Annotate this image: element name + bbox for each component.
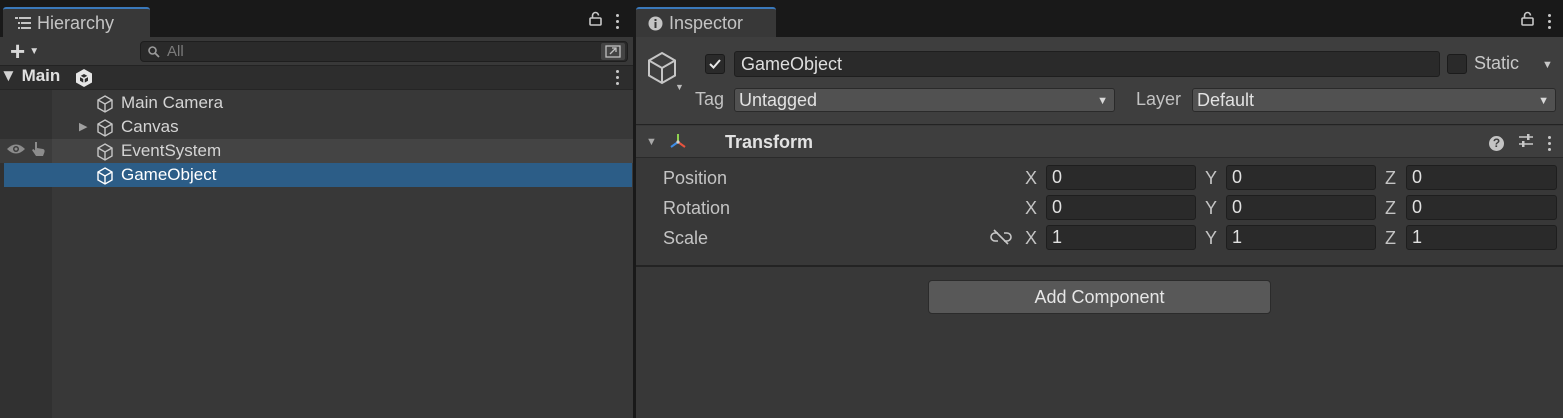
layer-value: Default [1197, 89, 1255, 110]
hierarchy-tabbar: Hierarchy [0, 0, 633, 37]
item-label: GameObject [121, 165, 217, 184]
checkmark-icon [709, 59, 721, 69]
axis-x-label[interactable]: X [1025, 168, 1037, 189]
chevron-down-icon[interactable]: ▼ [675, 82, 684, 92]
hierarchy-toolbar: + ▼ [0, 37, 633, 66]
position-label: Position [663, 168, 728, 188]
inspector-panel: Inspector ▼ GameObject Static ▼ Tag Unta… [636, 0, 1563, 418]
transform-row-position: Position X 0 Y 0 Z 0 [636, 163, 1563, 193]
component-separator [636, 265, 1563, 267]
pickable-hand-icon[interactable] [30, 140, 48, 163]
foldout-expanded-icon[interactable]: ▼ [0, 66, 17, 85]
rotation-z-field[interactable]: 0 [1406, 195, 1557, 220]
chevron-down-icon: ▼ [1538, 95, 1549, 107]
inspector-tabbar: Inspector [636, 0, 1563, 37]
search-box [140, 41, 628, 62]
hierarchy-item-eventsystem[interactable]: EventSystem [0, 139, 633, 163]
axis-y-label[interactable]: Y [1205, 168, 1217, 189]
axis-z-label[interactable]: Z [1385, 228, 1396, 249]
gameobject-name-field[interactable]: GameObject [734, 51, 1440, 77]
hierarchy-panel: Hierarchy + ▼ All ▼ Main Main Camera ▶ C… [0, 0, 633, 418]
tab-inspector[interactable]: Inspector [636, 7, 776, 37]
tab-hierarchy[interactable]: Hierarchy [3, 7, 150, 37]
search-icon [147, 44, 161, 64]
tab-inspector-label: Inspector [669, 12, 744, 33]
foldout-collapsed-icon[interactable]: ▶ [79, 120, 87, 133]
tag-value: Untagged [739, 89, 818, 110]
scene-search-icon [605, 45, 621, 58]
tag-label: Tag [695, 89, 725, 109]
static-label: Static [1474, 53, 1520, 73]
layer-dropdown[interactable]: Default ▼ [1192, 88, 1556, 112]
plus-icon: + [10, 36, 26, 66]
rotation-x-field[interactable]: 0 [1046, 195, 1196, 220]
scale-z-field[interactable]: 1 [1406, 225, 1557, 250]
search-options-button[interactable] [601, 43, 625, 60]
hierarchy-list-icon [15, 16, 31, 30]
position-x-field[interactable]: 0 [1046, 165, 1196, 190]
scale-x-field[interactable]: 1 [1046, 225, 1196, 250]
foldout-expanded-icon[interactable]: ▼ [646, 136, 657, 148]
static-dropdown-chevron-icon[interactable]: ▼ [1542, 59, 1553, 71]
axis-y-label[interactable]: Y [1205, 198, 1217, 219]
scene-menu-kebab-icon[interactable] [616, 70, 619, 85]
hierarchy-tree: ▼ Main Main Camera ▶ Canvas EventSystem … [0, 66, 633, 418]
position-z-field[interactable]: 0 [1406, 165, 1557, 190]
item-label: Main Camera [121, 93, 224, 112]
scale-y-field[interactable]: 1 [1226, 225, 1376, 250]
unity-scene-icon [74, 68, 94, 93]
help-icon[interactable]: ? [1489, 135, 1504, 151]
rotation-y-field[interactable]: 0 [1226, 195, 1376, 220]
active-checkbox[interactable] [705, 54, 725, 74]
gameobject-header: ▼ GameObject Static ▼ Tag Untagged ▼ Lay… [636, 37, 1563, 125]
component-menu-kebab-icon[interactable] [1548, 135, 1551, 151]
axis-x-label[interactable]: X [1025, 198, 1037, 219]
gameobject-cube-icon [95, 166, 115, 191]
constrain-proportions-unlinked-icon[interactable] [990, 229, 1012, 250]
scene-name: Main [21, 66, 61, 85]
static-checkbox[interactable] [1447, 54, 1467, 74]
component-title: Transform [725, 132, 814, 152]
axis-x-label[interactable]: X [1025, 228, 1037, 249]
add-component-button[interactable]: Add Component [928, 280, 1271, 314]
rotation-label: Rotation [663, 198, 731, 218]
transform-row-rotation: Rotation X 0 Y 0 Z 0 [636, 193, 1563, 223]
axis-y-label[interactable]: Y [1205, 228, 1217, 249]
tag-dropdown[interactable]: Untagged ▼ [734, 88, 1115, 112]
scale-label: Scale [663, 228, 709, 248]
item-label: EventSystem [121, 141, 222, 160]
info-icon [648, 16, 663, 31]
tab-hierarchy-label: Hierarchy [37, 12, 115, 33]
lock-icon[interactable] [1521, 11, 1534, 31]
row-gutter [0, 139, 52, 163]
eye-visibility-icon[interactable] [6, 141, 26, 161]
scene-header-row[interactable]: ▼ Main [0, 66, 633, 90]
presets-sliders-icon[interactable] [1518, 133, 1534, 153]
transform-component-header[interactable]: ▼ Transform ? [636, 126, 1563, 158]
hierarchy-item-gameobject[interactable]: GameObject [4, 163, 632, 187]
inspector-body: ▼ GameObject Static ▼ Tag Untagged ▼ Lay… [636, 37, 1563, 418]
axis-z-label[interactable]: Z [1385, 198, 1396, 219]
item-label: Canvas [121, 117, 179, 136]
transform-row-scale: Scale X 1 Y 1 Z 1 [636, 223, 1563, 253]
axis-z-label[interactable]: Z [1385, 168, 1396, 189]
chevron-down-icon: ▼ [1097, 95, 1108, 107]
position-y-field[interactable]: 0 [1226, 165, 1376, 190]
lock-icon[interactable] [589, 11, 602, 31]
search-input[interactable] [167, 42, 587, 61]
layer-label: Layer [1136, 89, 1182, 109]
panel-menu-kebab-icon[interactable] [616, 13, 619, 29]
gameobject-cube-icon[interactable] [646, 51, 678, 90]
hierarchy-item-canvas[interactable]: ▶ Canvas [0, 115, 633, 139]
create-button[interactable]: + ▼ [10, 36, 54, 66]
panel-menu-kebab-icon[interactable] [1548, 13, 1551, 29]
transform-icon [668, 131, 688, 156]
chevron-down-icon: ▼ [29, 45, 40, 57]
hierarchy-item-main-camera[interactable]: Main Camera [0, 91, 633, 115]
